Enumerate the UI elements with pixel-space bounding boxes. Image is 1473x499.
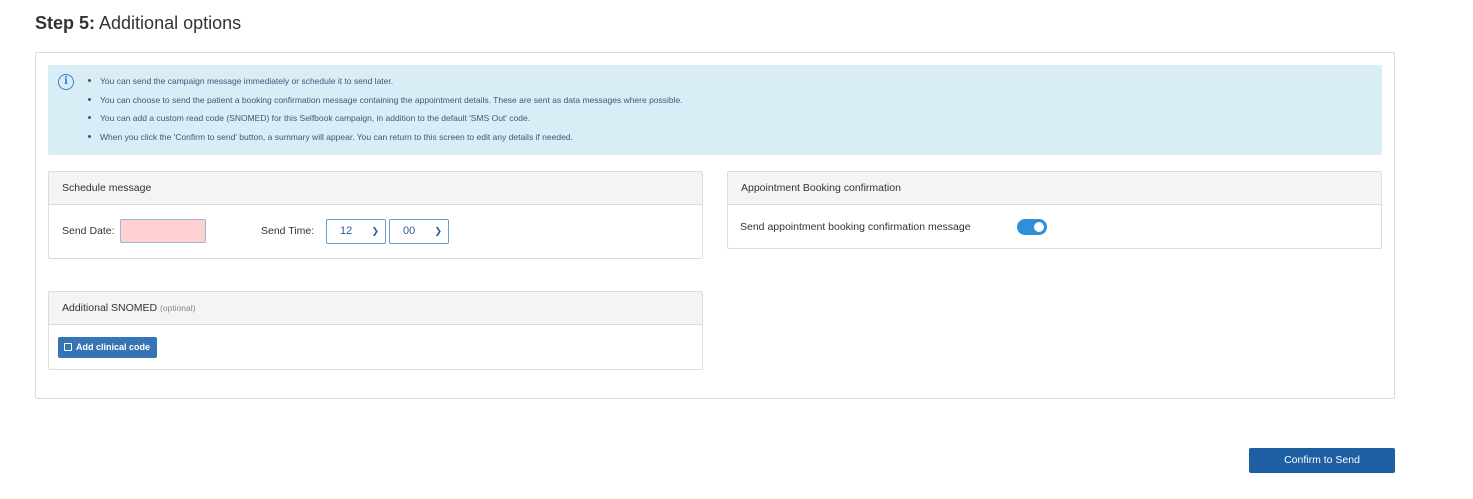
chevron-down-icon: ❯ <box>434 226 442 236</box>
hour-select-value: 12 <box>340 225 353 237</box>
info-list: You can send the campaign message immedi… <box>86 75 683 149</box>
info-item: When you click the 'Confirm to send' but… <box>86 131 683 150</box>
minute-select[interactable]: 00 ❯ <box>389 219 449 244</box>
info-item: You can choose to send the patient a boo… <box>86 94 683 113</box>
optional-label: (optional) <box>160 303 196 313</box>
send-date-input[interactable] <box>120 219 206 243</box>
schedule-panel-title: Schedule message <box>49 172 702 205</box>
booking-confirmation-toggle[interactable] <box>1017 219 1047 235</box>
add-clinical-code-button[interactable]: Add clinical code <box>58 337 158 358</box>
calendar-icon <box>64 343 72 351</box>
info-box: i You can send the campaign message imme… <box>48 65 1382 155</box>
step-number: Step 5: <box>35 13 96 33</box>
options-card: i You can send the campaign message imme… <box>35 52 1395 399</box>
add-clinical-code-label: Add clinical code <box>76 342 151 352</box>
minute-select-value: 00 <box>403 225 416 237</box>
snomed-panel: Additional SNOMED (optional) Add clinica… <box>48 291 703 370</box>
info-icon: i <box>58 74 74 90</box>
page-title: Step 5: Additional options <box>35 13 241 34</box>
booking-panel: Appointment Booking confirmation Send ap… <box>727 171 1382 249</box>
chevron-down-icon: ❯ <box>371 226 379 236</box>
booking-toggle-label: Send appointment booking confirmation me… <box>740 221 971 233</box>
info-item: You can send the campaign message immedi… <box>86 75 683 94</box>
schedule-panel: Schedule message Send Date: Send Time: 1… <box>48 171 703 259</box>
step-title-text: Additional options <box>99 13 242 33</box>
send-date-label: Send Date: <box>62 225 115 237</box>
snomed-panel-title: Additional SNOMED <box>62 302 158 314</box>
send-time-label: Send Time: <box>261 225 315 237</box>
hour-select[interactable]: 12 ❯ <box>326 219 386 244</box>
snomed-panel-header: Additional SNOMED (optional) <box>49 292 702 325</box>
booking-panel-title: Appointment Booking confirmation <box>728 172 1381 205</box>
toggle-knob <box>1034 222 1044 232</box>
confirm-to-send-button[interactable]: Confirm to Send <box>1249 448 1395 473</box>
info-item: You can add a custom read code (SNOMED) … <box>86 112 683 131</box>
